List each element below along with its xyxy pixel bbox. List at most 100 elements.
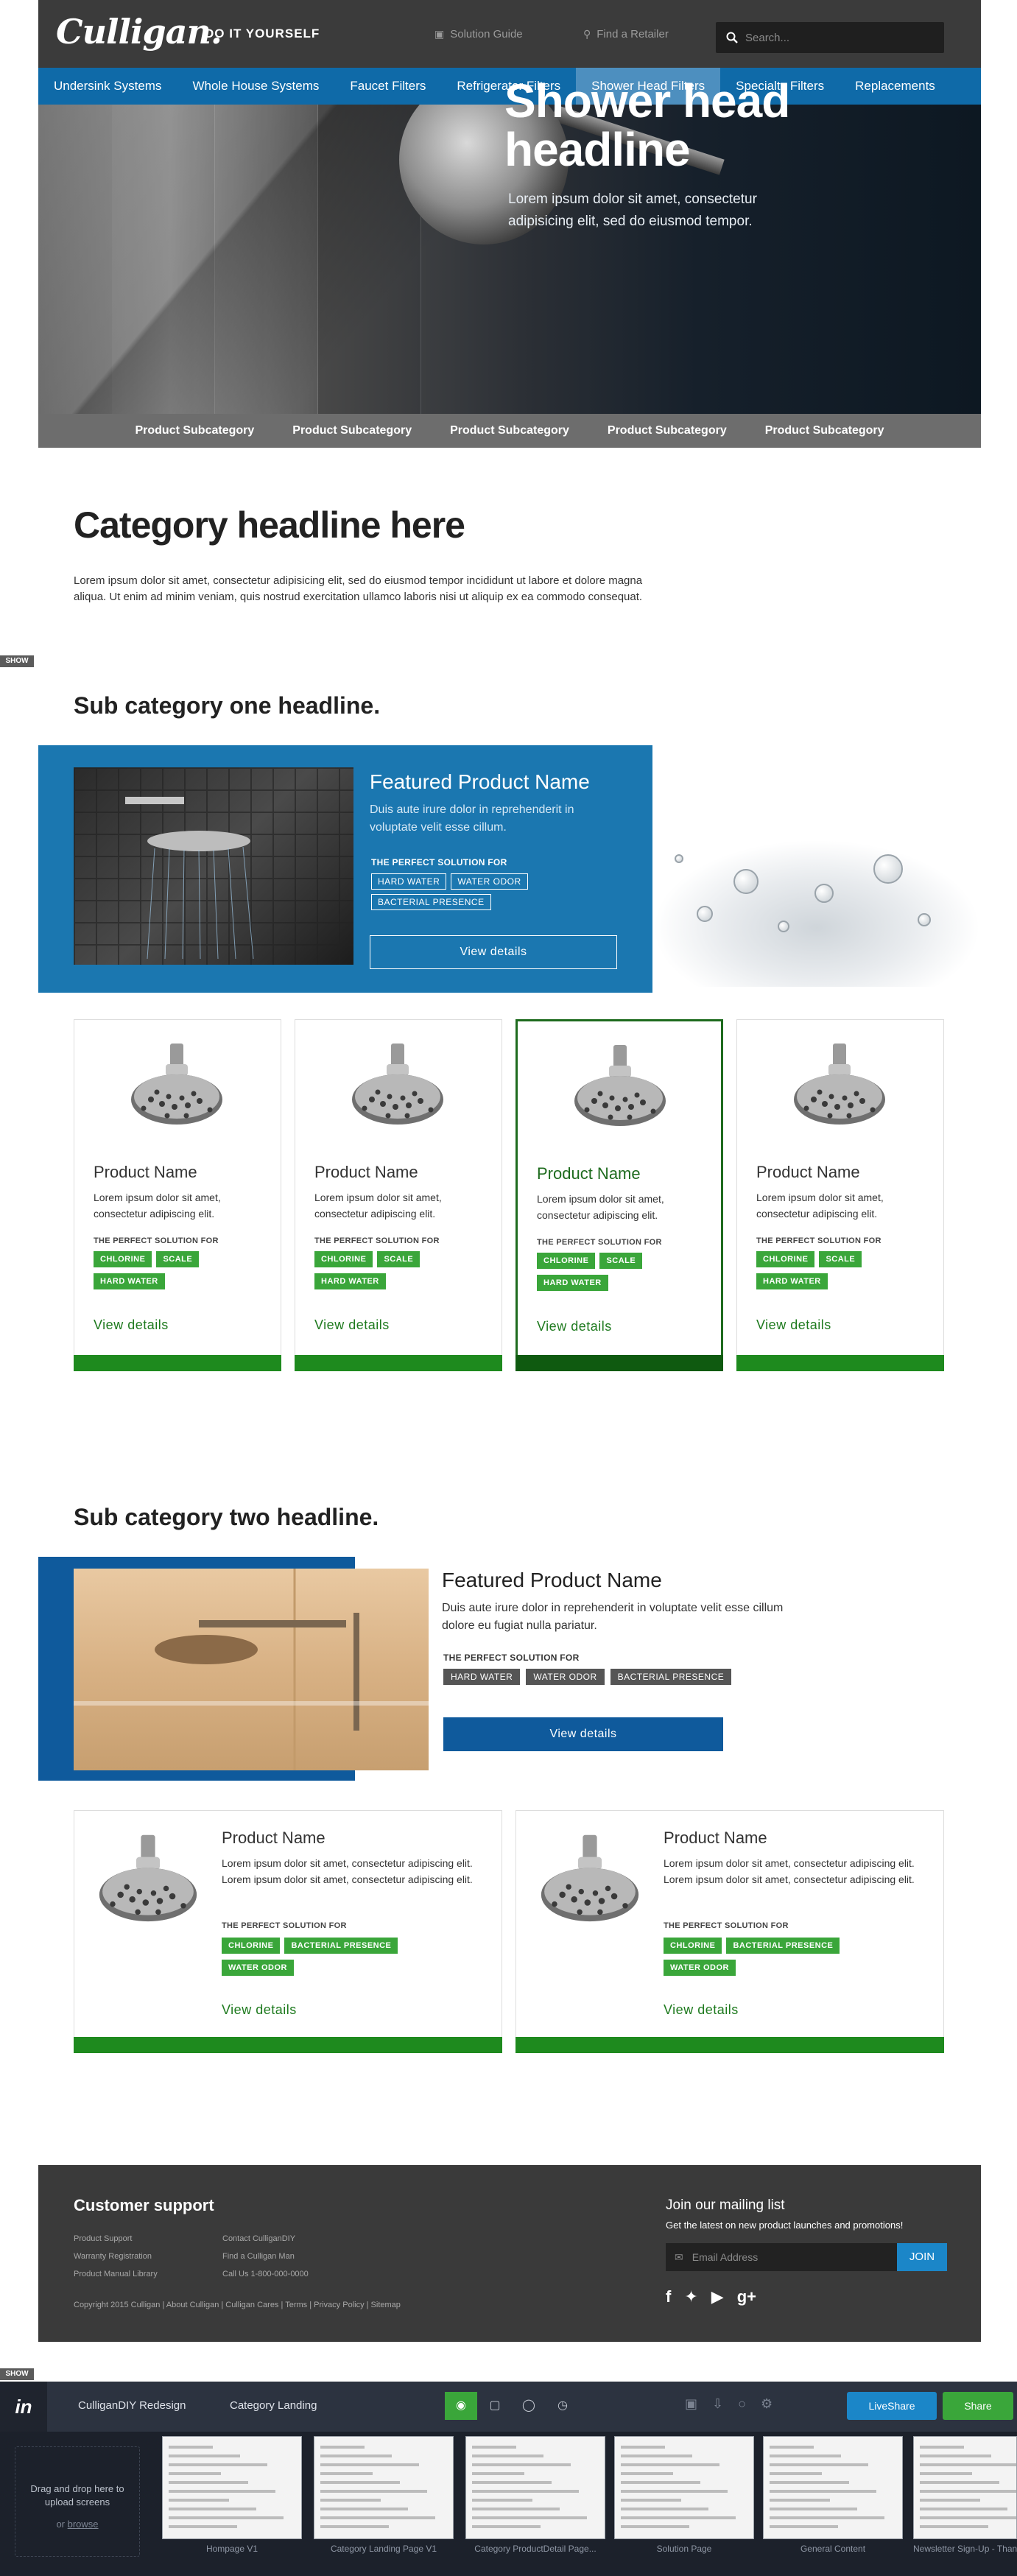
solution-label: THE PERFECT SOLUTION FOR xyxy=(371,857,507,868)
youtube-icon[interactable]: ▶ xyxy=(711,2287,724,2306)
view-details-link[interactable]: View details xyxy=(664,2002,739,2018)
subcategory-link[interactable]: Product Subcategory xyxy=(588,414,746,448)
product-tags: CHLORINE BACTERIAL PRESENCE WATER ODOR xyxy=(664,1938,929,1982)
tag: WATER ODOR xyxy=(526,1669,605,1685)
footer-link[interactable]: Warranty Registration xyxy=(74,2248,158,2265)
product-name: Product Name xyxy=(222,1829,325,1847)
screen-name[interactable]: Category Landing xyxy=(230,2399,317,2412)
sub-category-two-headline: Sub category two headline. xyxy=(74,1504,379,1530)
featured-view-details-button[interactable]: View details xyxy=(443,1717,723,1751)
view-details-link[interactable]: View details xyxy=(222,2002,297,2018)
product-desc: Lorem ipsum dolor sit amet, consectetur … xyxy=(314,1192,442,1220)
featured-product-desc: Duis aute irure dolor in reprehenderit i… xyxy=(370,803,574,834)
mailing-list-title: Join our mailing list xyxy=(666,2197,785,2213)
screen-thumbnail-label: Solution Page xyxy=(656,2544,712,2554)
nav-item[interactable]: Faucet Filters xyxy=(334,68,441,105)
screen-thumbnail[interactable] xyxy=(763,2436,903,2539)
tag: SCALE xyxy=(599,1253,643,1269)
find-retailer-link[interactable]: ⚲ Find a Retailer xyxy=(583,28,669,41)
search-box[interactable] xyxy=(716,22,944,53)
product-image xyxy=(342,1042,453,1138)
browse-link[interactable]: browse xyxy=(68,2519,99,2530)
footer-link[interactable]: Product Manual Library xyxy=(74,2265,158,2283)
featured-product-image xyxy=(74,1569,429,1770)
footer-link[interactable]: Contact CulliganDIY xyxy=(222,2230,309,2248)
device-icon[interactable]: ▣ xyxy=(685,2396,697,2412)
location-pin-icon: ⚲ xyxy=(583,28,591,40)
build-mode-icon[interactable]: ▢ xyxy=(479,2392,511,2420)
screen-thumbnail[interactable] xyxy=(913,2436,1017,2539)
shower-head-icon xyxy=(574,1045,666,1126)
mailing-list-subtitle: Get the latest on new product launches a… xyxy=(666,2220,904,2231)
upload-dropzone[interactable]: Drag and drop here to upload screens or … xyxy=(15,2446,140,2557)
activity-icon[interactable]: ○ xyxy=(738,2396,746,2412)
product-name: Product Name xyxy=(664,1829,767,1847)
screen-thumbnail-label: Category Landing Page V1 xyxy=(330,2544,437,2554)
subcategory-link[interactable]: Product Subcategory xyxy=(116,414,273,448)
hero-subtitle: Lorem ipsum dolor sit amet, consectetur … xyxy=(508,191,757,229)
solution-guide-label: Solution Guide xyxy=(450,28,523,41)
email-field[interactable]: ✉ xyxy=(666,2243,897,2271)
product-card[interactable]: Product Name Lorem ipsum dolor sit amet,… xyxy=(295,1019,502,1371)
settings-gear-icon[interactable]: ⚙ xyxy=(761,2396,773,2412)
product-card[interactable]: Product Name Lorem ipsum dolor sit amet,… xyxy=(74,1810,502,2053)
subcategory-link[interactable]: Product Subcategory xyxy=(431,414,588,448)
card-accent-bar xyxy=(74,2037,502,2053)
product-image xyxy=(89,1833,207,1936)
culligan-logo[interactable]: Culligan. xyxy=(56,12,222,52)
view-details-link[interactable]: View details xyxy=(756,1317,831,1333)
project-name[interactable]: CulliganDIY Redesign xyxy=(78,2399,186,2412)
tag: BACTERIAL PRESENCE xyxy=(726,1938,840,1954)
tag: SCALE xyxy=(377,1251,420,1267)
comment-mode-icon[interactable]: ◯ xyxy=(513,2392,545,2420)
liveshare-button[interactable]: LiveShare xyxy=(847,2392,937,2420)
product-name: Product Name xyxy=(94,1163,197,1181)
twitter-icon[interactable]: ✦ xyxy=(684,2287,697,2306)
subcategory-link[interactable]: Product Subcategory xyxy=(273,414,431,448)
email-input[interactable] xyxy=(692,2251,869,2263)
tag: SCALE xyxy=(156,1251,200,1267)
product-card[interactable]: Product Name Lorem ipsum dolor sit amet,… xyxy=(515,1019,723,1371)
footer-link[interactable]: Call Us 1-800-000-0000 xyxy=(222,2265,309,2283)
product-tags: CHLORINE SCALE HARD WATER xyxy=(537,1253,714,1297)
view-details-link[interactable]: View details xyxy=(537,1319,612,1334)
history-mode-icon[interactable]: ◷ xyxy=(546,2392,579,2420)
view-details-link[interactable]: View details xyxy=(314,1317,390,1333)
google-plus-icon[interactable]: g+ xyxy=(737,2287,756,2306)
invision-logo[interactable]: in xyxy=(0,2382,47,2432)
nav-item[interactable]: Replacements xyxy=(840,68,951,105)
featured-view-details-button[interactable]: View details xyxy=(370,935,617,969)
product-card[interactable]: Product Name Lorem ipsum dolor sit amet,… xyxy=(736,1019,944,1371)
card-accent-bar xyxy=(295,1355,502,1371)
footer-link[interactable]: Product Support xyxy=(74,2230,158,2248)
show-toggle[interactable]: SHOW xyxy=(0,2368,34,2380)
product-image xyxy=(122,1042,232,1138)
screen-thumbnail[interactable] xyxy=(614,2436,754,2539)
facebook-icon[interactable]: f xyxy=(666,2287,671,2306)
product-card[interactable]: Product Name Lorem ipsum dolor sit amet,… xyxy=(515,1810,944,2053)
mode-switcher: ◉ ▢ ◯ ◷ xyxy=(445,2392,579,2420)
screen-thumbnail[interactable] xyxy=(162,2436,302,2539)
screen-thumbnail[interactable] xyxy=(314,2436,454,2539)
view-details-link[interactable]: View details xyxy=(94,1317,169,1333)
tag: CHLORINE xyxy=(94,1251,152,1267)
footer-link[interactable]: Find a Culligan Man xyxy=(222,2248,309,2265)
subcategory-link[interactable]: Product Subcategory xyxy=(746,414,904,448)
share-button[interactable]: Share xyxy=(943,2392,1013,2420)
tag: CHLORINE xyxy=(664,1938,722,1954)
product-desc: Lorem ipsum dolor sit amet, consectetur … xyxy=(756,1192,884,1220)
search-input[interactable] xyxy=(745,31,922,44)
tag: CHLORINE xyxy=(537,1253,596,1269)
nav-item[interactable]: Whole House Systems xyxy=(177,68,334,105)
product-tags: CHLORINE BACTERIAL PRESENCE WATER ODOR xyxy=(222,1938,487,1982)
shower-head-icon xyxy=(99,1834,197,1922)
nav-item[interactable]: Undersink Systems xyxy=(38,68,177,105)
show-toggle[interactable]: SHOW xyxy=(0,655,34,667)
download-icon[interactable]: ⇩ xyxy=(712,2396,723,2412)
join-button[interactable]: JOIN xyxy=(897,2243,947,2271)
product-card[interactable]: Product Name Lorem ipsum dolor sit amet,… xyxy=(74,1019,281,1371)
screen-thumbnail[interactable] xyxy=(465,2436,605,2539)
solution-guide-link[interactable]: ▣ Solution Guide xyxy=(434,28,523,41)
tag: HARD WATER xyxy=(443,1669,521,1685)
preview-mode-icon[interactable]: ◉ xyxy=(445,2392,477,2420)
